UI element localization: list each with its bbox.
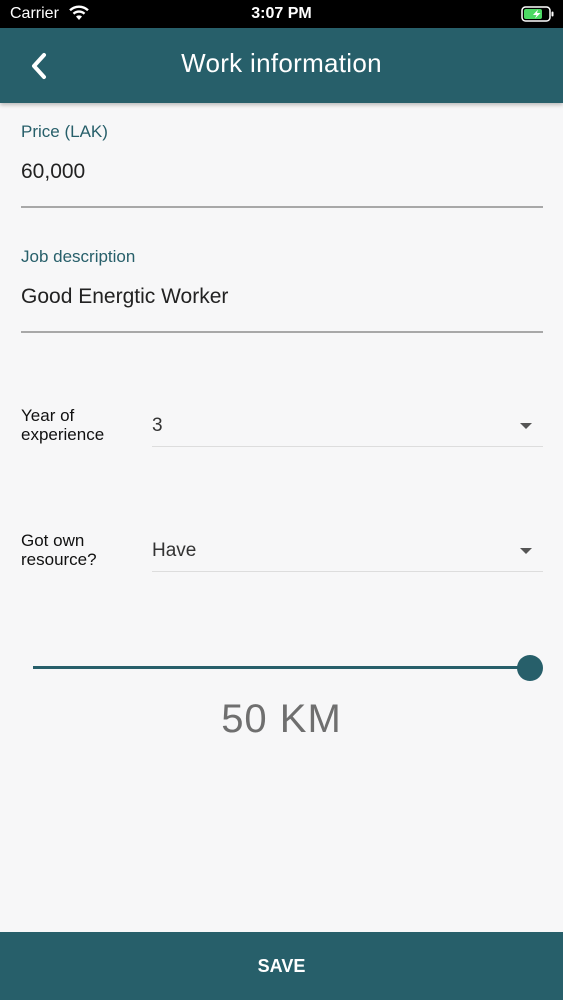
- experience-value: 3: [152, 415, 163, 436]
- resource-dropdown[interactable]: Have: [152, 528, 543, 572]
- resource-label: Got own resource?: [21, 531, 131, 569]
- resource-value: Have: [152, 540, 197, 561]
- job-description-underline: [21, 331, 543, 333]
- slider-track: [33, 666, 530, 669]
- price-label: Price (LAK): [21, 122, 108, 141]
- distance-readout: 50 KM: [221, 697, 342, 741]
- experience-label-line2: experience: [21, 425, 105, 444]
- distance-slider[interactable]: [33, 650, 545, 686]
- job-description-input[interactable]: [21, 285, 543, 309]
- experience-dropdown[interactable]: 3: [152, 403, 543, 447]
- status-bar: Carrier 3:07 PM: [0, 0, 563, 28]
- resource-label-line2: resource?: [21, 550, 97, 569]
- price-input[interactable]: [21, 160, 543, 184]
- battery-icon: [521, 5, 555, 28]
- dropdown-arrow-icon: [520, 548, 532, 554]
- slider-thumb[interactable]: [517, 655, 543, 681]
- dropdown-arrow-icon: [520, 423, 532, 429]
- header: Work information: [0, 28, 563, 103]
- resource-label-line1: Got own: [21, 531, 85, 550]
- job-description-label: Job description: [21, 247, 136, 266]
- status-time: 3:07 PM: [251, 5, 312, 22]
- save-button[interactable]: SAVE: [0, 932, 563, 1000]
- page-title: Work information: [181, 48, 382, 78]
- experience-label: Year of experience: [21, 406, 131, 444]
- price-underline: [21, 206, 543, 208]
- experience-label-line1: Year of: [21, 406, 75, 425]
